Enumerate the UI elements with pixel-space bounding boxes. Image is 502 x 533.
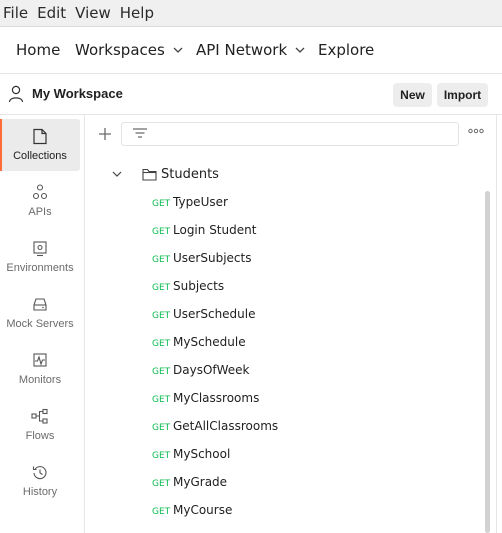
folder-icon [142, 168, 157, 181]
nav-home-label: Home [16, 41, 61, 59]
sidebar-item-label: Collections [13, 150, 67, 162]
request-name: TypeUser [173, 195, 228, 209]
apis-icon [32, 184, 48, 200]
menu-help[interactable]: Help [120, 4, 154, 22]
sidebar-item-monitors[interactable]: Monitors [0, 343, 80, 395]
sidebar-item-label: Environments [6, 262, 74, 274]
request-name: MyClassrooms [173, 391, 260, 405]
sidebar-item-label: Monitors [18, 374, 62, 386]
request-name: MySchool [173, 447, 231, 461]
chevron-down-icon[interactable] [112, 170, 122, 178]
environments-icon [33, 241, 47, 257]
request-item[interactable]: GET MyClassrooms [86, 385, 486, 413]
request-name: MySchedule [173, 335, 246, 349]
workspace-bar: My Workspace New Import [0, 75, 502, 115]
request-item[interactable]: GET UserSchedule [86, 301, 486, 329]
collection-folder[interactable]: Students [86, 161, 486, 189]
request-name: Subjects [173, 279, 225, 293]
new-button[interactable]: New [393, 83, 432, 107]
sidebar: Collections APIs Environments Mock Serve… [0, 115, 85, 533]
request-name: DaysOfWeek [173, 363, 250, 377]
request-method: GET [152, 451, 171, 461]
sidebar-item-label: Flows [25, 430, 55, 442]
main-panel-edge [496, 115, 502, 533]
chevron-down-icon [295, 47, 305, 53]
chevron-down-icon [173, 47, 183, 53]
request-method: GET [152, 311, 171, 321]
request-item[interactable]: GET GetAllClassrooms [86, 413, 486, 441]
sidebar-item-label: History [22, 486, 58, 498]
request-method: GET [152, 507, 171, 517]
scrollbar-thumb[interactable] [485, 191, 490, 533]
collections-icon [33, 128, 47, 145]
menu-file[interactable]: File [3, 4, 28, 22]
nav-api-network-label: API Network [196, 41, 288, 59]
nav-workspaces[interactable]: Workspaces [75, 41, 183, 59]
request-name: UserSubjects [173, 251, 252, 265]
sidebar-item-environments[interactable]: Environments [0, 231, 80, 283]
request-method: GET [152, 367, 171, 377]
request-name: MyGrade [173, 475, 228, 489]
sidebar-item-history[interactable]: History [0, 455, 80, 507]
request-item[interactable]: GET MySchool [86, 441, 486, 469]
sidebar-item-collections[interactable]: Collections [0, 119, 80, 171]
request-method: GET [152, 255, 171, 265]
history-icon [32, 466, 47, 480]
more-options-icon[interactable] [468, 128, 484, 134]
request-item[interactable]: GET MyGrade [86, 469, 486, 497]
collections-panel: Students GET TypeUser GET Login Student … [86, 115, 502, 533]
nav-home[interactable]: Home [16, 41, 60, 59]
top-nav: Home Workspaces API Network Explore [0, 27, 502, 74]
request-method: GET [152, 199, 171, 209]
monitors-icon [33, 353, 47, 367]
nav-explore[interactable]: Explore [318, 41, 374, 59]
flows-icon [31, 408, 48, 424]
request-method: GET [152, 395, 171, 405]
menu-edit[interactable]: Edit [37, 4, 66, 22]
collection-name: Students [161, 167, 219, 182]
import-button[interactable]: Import [437, 83, 488, 107]
workspace-name[interactable]: My Workspace [32, 86, 123, 101]
request-item[interactable]: GET DaysOfWeek [86, 357, 486, 385]
add-collection-icon[interactable] [98, 127, 112, 141]
sidebar-item-apis[interactable]: APIs [0, 175, 80, 227]
request-name: GetAllClassrooms [173, 419, 279, 433]
mock-servers-icon [33, 298, 47, 311]
request-item[interactable]: GET TypeUser [86, 189, 486, 217]
scrollbar[interactable] [483, 187, 492, 533]
request-item[interactable]: GET MySchedule [86, 329, 486, 357]
request-name: Login Student [173, 223, 257, 237]
sidebar-item-mock-servers[interactable]: Mock Servers [0, 287, 80, 339]
request-method: GET [152, 479, 171, 489]
nav-explore-label: Explore [318, 41, 375, 59]
nav-api-network[interactable]: API Network [196, 41, 305, 59]
request-method: GET [152, 339, 171, 349]
sidebar-item-label: APIs [28, 206, 52, 218]
sidebar-item-flows[interactable]: Flows [0, 399, 80, 451]
request-item[interactable]: GET UserSubjects [86, 245, 486, 273]
import-button-label: Import [443, 88, 482, 102]
request-name: MyCourse [173, 503, 233, 517]
request-method: GET [152, 283, 171, 293]
request-item[interactable]: GET MyCourse [86, 497, 486, 525]
request-item[interactable]: GET Subjects [86, 273, 486, 301]
menu-bar: File Edit View Help [0, 0, 502, 27]
filter-icon [133, 128, 147, 138]
sidebar-item-label: Mock Servers [6, 318, 74, 330]
nav-workspaces-label: Workspaces [75, 41, 165, 59]
request-item[interactable]: GET Login Student [86, 217, 486, 245]
request-method: GET [152, 227, 171, 237]
menu-view[interactable]: View [75, 4, 111, 22]
request-name: UserSchedule [173, 307, 256, 321]
request-method: GET [152, 423, 171, 433]
new-button-label: New [400, 88, 425, 102]
user-icon [8, 85, 24, 103]
filter-input[interactable] [121, 122, 459, 146]
